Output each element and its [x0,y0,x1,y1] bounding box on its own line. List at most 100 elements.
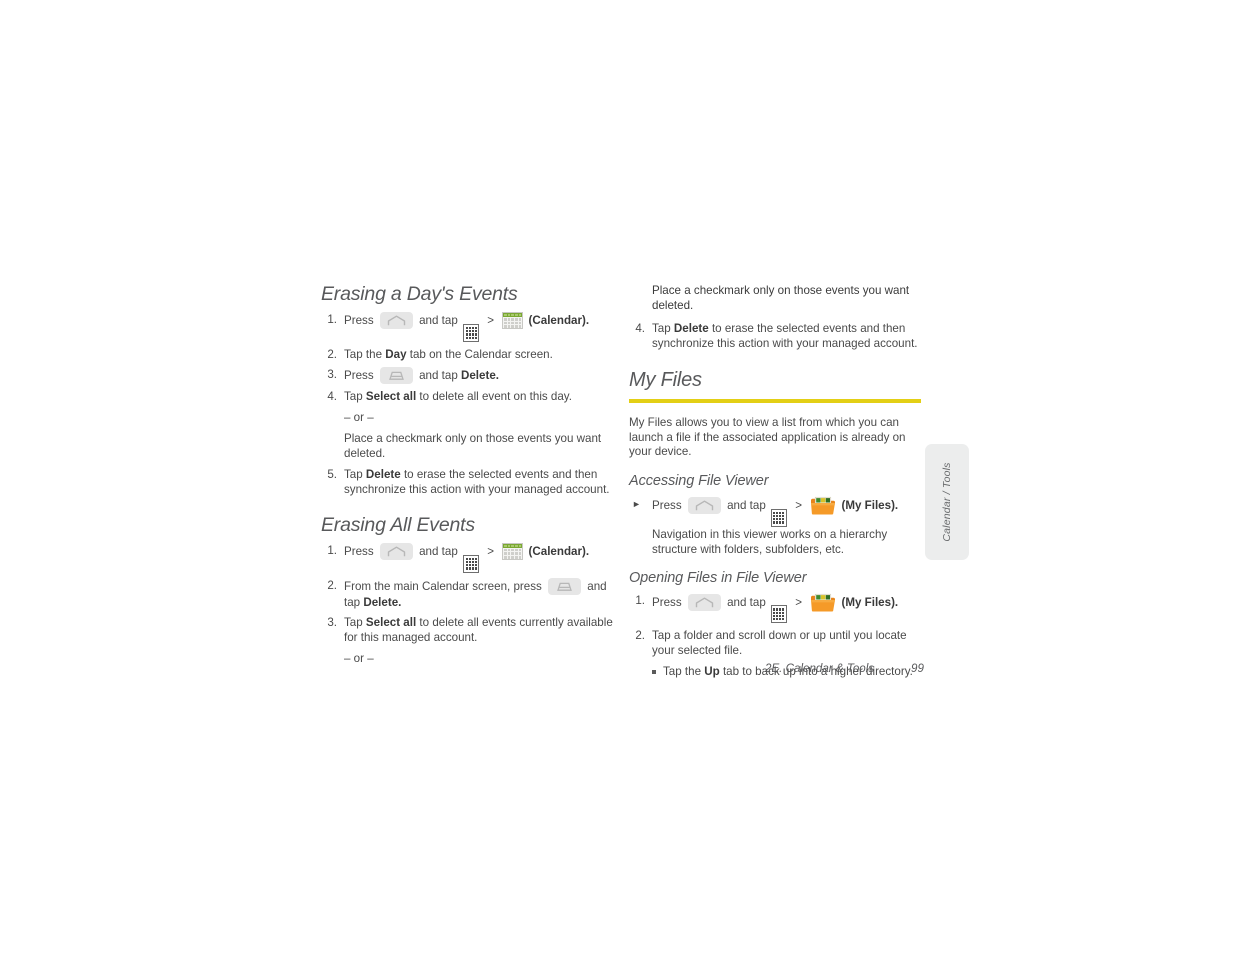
apps-grid-cells [773,608,785,621]
menu-key-icon [548,577,582,595]
my-files-folder-icon [811,593,836,612]
step-text: and tap [723,498,769,512]
apps-grid-icon [770,508,787,527]
house-glyph [387,546,406,557]
step-item: 3. Press and tap Delete. [321,366,613,384]
triangle-bullet-icon: ► [632,498,641,509]
step-number: 1. [635,593,645,607]
manual-page: Erasing a Day's Events 1. Press and tap [0,0,1235,954]
step-number: 1. [327,313,337,326]
step-text-press: Press [344,544,374,558]
calendar-grid [503,548,522,559]
step-continuation: Place a checkmark only on those events y… [344,431,602,460]
steps-erasing-a-days-events: 1. Press and tap > (Calendar). 2. Tap th… [321,312,613,497]
calendar-icon [502,312,524,329]
calendar-icon [502,542,524,560]
calendar-grid [503,317,522,328]
bullet-body: Navigation in this viewer works on a hie… [652,527,888,556]
step-item: 1. Press and tap > [321,542,613,573]
apps-grid-cells [773,511,785,524]
step-text: From the main Calendar screen, press [344,579,546,593]
step-text: Tap the [344,347,386,361]
home-key-icon [379,312,413,329]
heading-accessing-file-viewer: Accessing File Viewer [629,472,769,489]
my-files-app-label: (My Files). [841,595,899,609]
apps-grid-icon [770,605,787,624]
step-text: Press [344,368,377,382]
continued-paragraph: Place a checkmark only on those events y… [652,284,910,312]
step-number: 3. [327,615,337,629]
step-number: 2. [635,629,645,643]
step-text-and-tap: and tap [419,314,458,327]
substep-text: Tap the [663,665,705,679]
separator-gt: > [795,498,802,512]
home-key-icon [687,496,721,514]
side-tab-label: Calendar / Tools [941,462,953,542]
step-item: 4. Tap Select all to delete all event on … [321,389,613,461]
step-text: Tap [344,615,366,629]
step-number: 2. [327,578,337,592]
step-item: 3. Tap Select all to delete all events cu… [321,615,613,666]
step-text: Press [652,595,685,609]
heading-erasing-a-days-events: Erasing a Day's Events [321,283,518,305]
step-text: Tap [344,389,366,403]
step-number: 3. [327,367,337,381]
menu-key-icon [379,366,413,384]
step-bold: Delete. [363,595,402,609]
step-text-press: Press [344,314,374,327]
step-text: to delete all event on this day. [416,389,572,403]
step-number: 5. [327,467,337,481]
substep-bold: Up [704,665,720,679]
steps-accessing-file-viewer: ► Press and tap > (My Files). Navigation… [629,496,921,557]
apps-grid-icon [463,323,480,342]
apps-grid-cells [465,557,477,570]
steps-erasing-all-events: 1. Press and tap > (Calendar). 2. From t… [321,542,613,666]
menu-glyph [388,371,404,380]
apps-grid-icon [463,554,480,573]
step-number: 1. [327,543,337,557]
calendar-app-label: (Calendar). [528,314,590,327]
house-glyph [695,500,714,511]
right-column: Place a checkmark only on those events y… [629,283,921,684]
step-item: 1. Press and tap > [321,312,613,342]
step-number: 4. [635,322,645,335]
or-divider: – or – [344,651,374,665]
separator-gt: > [487,314,495,327]
heading-erasing-all-events: Erasing All Events [321,513,475,536]
calendar-app-label: (Calendar). [528,544,590,558]
left-column: Erasing a Day's Events 1. Press and tap [321,283,613,672]
step-text: Tap [652,322,674,335]
home-key-icon [379,542,413,560]
step-bold: Delete [365,467,401,481]
side-tab-calendar-tools: Calendar / Tools [925,444,969,560]
step-bold: Day [385,347,407,361]
my-files-app-label: (My Files). [841,498,899,512]
step-bold: Delete. [460,368,500,382]
step-number: 2. [327,347,337,361]
my-files-folder-icon [811,496,836,515]
step-text-and-tap: and tap [419,544,458,558]
menu-glyph [557,582,572,591]
step-text: and tap [723,595,769,609]
step-number: 4. [327,389,337,403]
my-files-intro: My Files allows you to view a list from … [629,416,906,459]
step-text: Tap [344,467,366,481]
step-bold: Select all [365,615,417,629]
square-bullet-icon [652,670,656,675]
step-item: 2. From the main Calendar screen, press a… [321,577,613,610]
continued-step-list: 4. Tap Delete to erase the selected event… [629,321,921,351]
separator-gt: > [487,544,495,558]
home-key-icon [687,593,721,611]
or-divider: – or – [344,410,374,424]
step-text: Press [652,498,685,512]
heading-opening-files-in-file-viewer: Opening Files in File Viewer [629,569,807,586]
heading-my-files: My Files [629,369,921,403]
house-glyph [695,597,714,607]
step-item: 5. Tap Delete to erase the selected event… [321,467,613,497]
apps-grid-cells [465,326,477,339]
house-glyph [387,315,406,326]
step-item: 2. Tap the Day tab on the Calendar screen… [321,347,613,362]
step-bold: Delete [673,322,709,335]
step-text: and tap [415,368,461,382]
step-text: tab on the Calendar screen. [406,347,553,361]
